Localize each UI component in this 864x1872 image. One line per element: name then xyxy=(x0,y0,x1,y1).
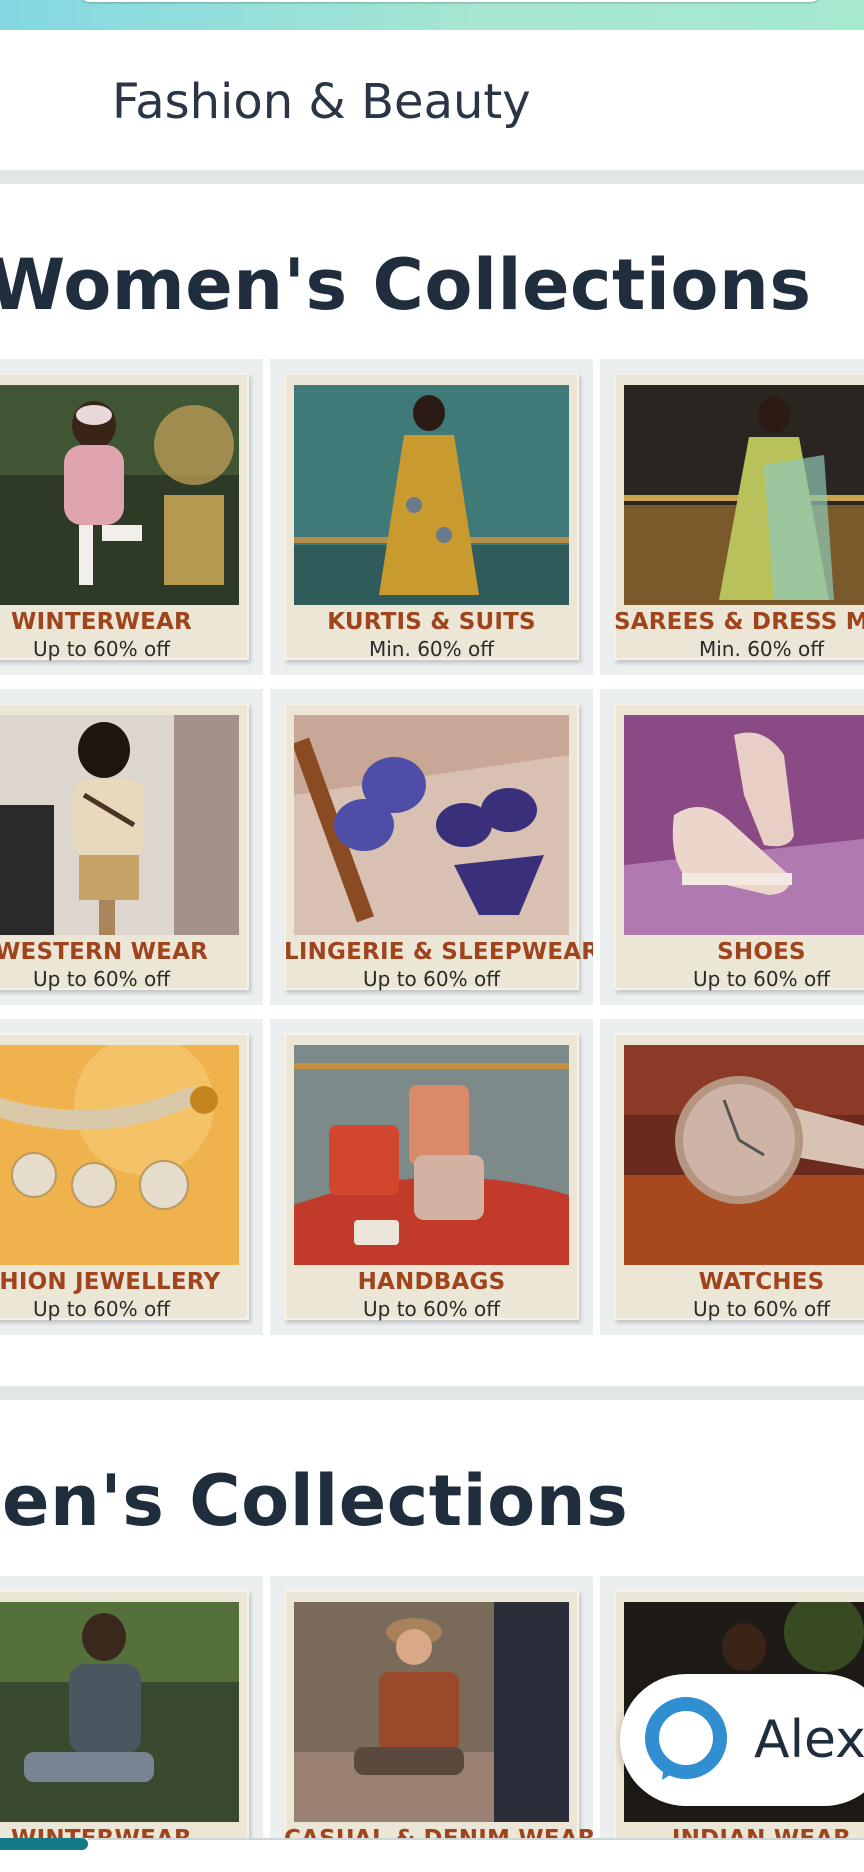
category-card: SHOES Up to 60% off xyxy=(614,703,864,991)
category-tile-lingerie-sleepwear[interactable]: LINGERIE & SLEEPWEAR Up to 60% off xyxy=(270,689,593,1005)
category-tile-kurtis-suits[interactable]: KURTIS & SUITS Min. 60% off xyxy=(270,359,593,675)
card-title: WINTERWEAR xyxy=(11,609,192,635)
category-tile-winterwear[interactable]: WINTERWEAR Up to 60% off xyxy=(0,359,263,675)
search-bar-edge[interactable] xyxy=(78,0,822,2)
card-title: CASUAL & DENIM WEAR xyxy=(284,1826,593,1838)
category-card: SAREES & DRESS MATERIA Min. 60% off xyxy=(614,373,864,661)
category-card: HANDBAGS Up to 60% off xyxy=(284,1033,579,1321)
watches-photo xyxy=(624,1045,864,1265)
card-title: LINGERIE & SLEEPWEAR xyxy=(284,939,593,965)
card-title: HANDBAGS xyxy=(357,1269,506,1295)
kurtis-suits-photo xyxy=(294,385,569,605)
section-divider xyxy=(0,170,864,184)
category-tile-casual-denim-wear[interactable]: CASUAL & DENIM WEAR xyxy=(270,1576,593,1838)
scroll-progress-indicator xyxy=(0,1838,88,1850)
alexa-button[interactable]: Alexa xyxy=(620,1674,864,1806)
card-offer: Up to 60% off xyxy=(693,967,830,991)
card-offer: Up to 60% off xyxy=(33,637,170,661)
card-offer: Up to 60% off xyxy=(693,1297,830,1321)
card-title: WINTERWEAR xyxy=(0,1826,249,1838)
winterwear-photo xyxy=(0,385,239,605)
card-offer: Up to 60% off xyxy=(363,1297,500,1321)
card-offer: Min. 60% off xyxy=(698,637,825,661)
alexa-label: Alexa xyxy=(754,1710,864,1770)
card-offer: Up to 60% off xyxy=(33,967,170,991)
western-wear-photo xyxy=(0,715,239,935)
page-subtitle: Fashion & Beauty xyxy=(112,74,531,130)
handbags-photo xyxy=(294,1045,569,1265)
shoes-photo xyxy=(624,715,864,935)
card-title: SHOES xyxy=(717,939,806,965)
womens-collections-section: Women's Collections WINTERWEAR Up to 60%… xyxy=(0,184,864,1384)
sarees-photo xyxy=(624,385,864,605)
category-card: CASUAL & DENIM WEAR xyxy=(284,1590,593,1838)
section-title: en's Collections xyxy=(2,1460,629,1542)
casual-denim-photo xyxy=(294,1602,569,1822)
category-tile-watches[interactable]: WATCHES Up to 60% off xyxy=(600,1019,864,1335)
category-tile-sarees-dress-material[interactable]: SAREES & DRESS MATERIA Min. 60% off xyxy=(600,359,864,675)
alexa-icon xyxy=(645,1697,727,1780)
card-offer: Up to 60% off xyxy=(33,1297,170,1321)
lingerie-photo xyxy=(294,715,569,935)
category-card: WINTERWEAR xyxy=(0,1590,249,1838)
category-card: WINTERWEAR Up to 60% off xyxy=(0,373,249,661)
card-title: KURTIS & SUITS xyxy=(327,609,536,635)
category-tile-handbags[interactable]: HANDBAGS Up to 60% off xyxy=(270,1019,593,1335)
card-title: SHION JEWELLERY xyxy=(0,1269,221,1295)
card-offer: Min. 60% off xyxy=(368,637,495,661)
category-tile-fashion-jewellery[interactable]: SHION JEWELLERY Up to 60% off xyxy=(0,1019,263,1335)
card-title: WATCHES xyxy=(698,1269,825,1295)
card-offer: Up to 60% off xyxy=(363,967,500,991)
section-title: Women's Collections xyxy=(0,244,812,326)
jewellery-photo xyxy=(0,1045,239,1265)
category-tile-shoes[interactable]: SHOES Up to 60% off xyxy=(600,689,864,1005)
category-card: SHION JEWELLERY Up to 60% off xyxy=(0,1033,249,1321)
category-tile-western-wear[interactable]: WESTERN WEAR Up to 60% off xyxy=(0,689,263,1005)
category-header: Fashion & Beauty xyxy=(0,30,864,170)
top-gradient-bar xyxy=(0,0,864,30)
category-card: LINGERIE & SLEEPWEAR Up to 60% off xyxy=(284,703,593,991)
card-title: SAREES & DRESS MATERIA xyxy=(614,609,864,635)
bottom-divider-line xyxy=(88,1838,864,1840)
card-title: INDIAN WEAR xyxy=(614,1826,864,1838)
category-card: WATCHES Up to 60% off xyxy=(614,1033,864,1321)
card-title: WESTERN WEAR xyxy=(0,939,208,965)
category-card: WESTERN WEAR Up to 60% off xyxy=(0,703,249,991)
category-tile-mens-winterwear[interactable]: WINTERWEAR xyxy=(0,1576,263,1838)
section-divider xyxy=(0,1386,864,1400)
mens-winterwear-photo xyxy=(0,1602,239,1822)
category-card: KURTIS & SUITS Min. 60% off xyxy=(284,373,579,661)
